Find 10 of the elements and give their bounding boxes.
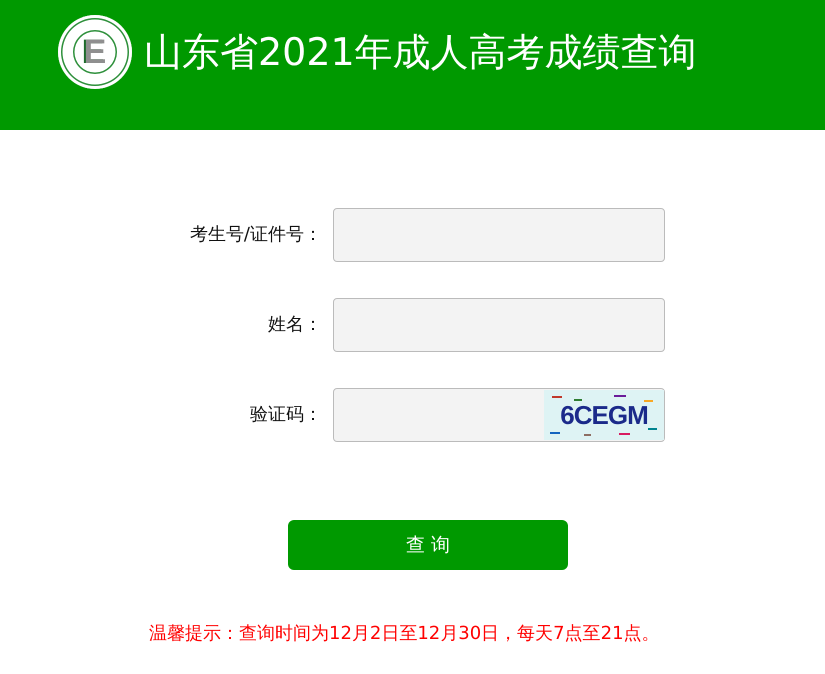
page-title: 山东省2021年成人高考成绩查询 [144, 29, 697, 76]
field-label: 姓名： [267, 313, 322, 337]
emblem-logo: E [58, 15, 132, 89]
input-field[interactable] [333, 208, 665, 262]
field-label: 考生号/证件号： [188, 223, 322, 247]
notice-text: 温馨提示：查询时间为12月2日至12月30日，每天7点至21点。 [149, 622, 660, 646]
query-button[interactable]: 查 询 [288, 520, 568, 570]
input-field[interactable] [333, 298, 665, 352]
field-label: 验证码： [249, 403, 322, 427]
captcha-image[interactable]: 6CEGM [544, 390, 664, 440]
